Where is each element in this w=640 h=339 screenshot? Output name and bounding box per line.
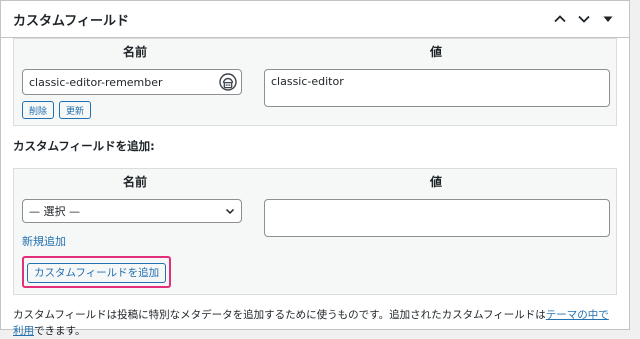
key-input-wrap xyxy=(22,69,242,95)
enter-new-link[interactable]: 新規追加 xyxy=(22,233,66,249)
existing-fields-table: 名前 値 classic-editor-remember 削除 更新 class… xyxy=(13,38,617,126)
update-button[interactable]: 更新 xyxy=(59,101,92,119)
new-meta-value-textarea[interactable] xyxy=(264,199,610,237)
chevron-down-icon xyxy=(578,15,590,23)
value-cell xyxy=(256,193,617,294)
metabox-inside: 名前 値 classic-editor-remember 削除 更新 class… xyxy=(1,38,629,339)
toggle-panel-button[interactable] xyxy=(597,8,619,30)
column-header-value: 値 xyxy=(256,168,617,193)
move-down-button[interactable] xyxy=(573,8,595,30)
meta-value-textarea[interactable]: classic-editor xyxy=(264,69,610,107)
meta-key-input[interactable] xyxy=(22,69,242,95)
delete-button[interactable]: 削除 xyxy=(22,101,55,119)
password-manager-icon[interactable] xyxy=(218,72,238,92)
new-field-table: 名前 値 — 選択 — 新規追加 カスタムフィールドを追加 xyxy=(13,168,617,295)
row-actions: 削除 更新 xyxy=(22,101,250,119)
meta-key-select[interactable]: — 選択 — xyxy=(22,199,242,223)
description-after: できます。 xyxy=(34,324,86,337)
table-row: 削除 更新 classic-editor xyxy=(14,63,617,126)
metabox-actions xyxy=(549,8,619,30)
metabox-title: カスタムフィールド xyxy=(13,13,129,29)
triangle-down-icon xyxy=(603,16,613,22)
description-before: カスタムフィールドは投稿に特別なメタデータを追加するために使うものです。追加され… xyxy=(13,308,546,321)
key-cell: 削除 更新 xyxy=(14,63,257,126)
key-select-wrap: — 選択 — xyxy=(22,199,242,223)
value-cell: classic-editor xyxy=(256,63,617,126)
metabox-header: カスタムフィールド xyxy=(1,1,629,38)
chevron-up-icon xyxy=(554,15,566,23)
key-cell: — 選択 — 新規追加 カスタムフィールドを追加 xyxy=(14,193,257,294)
column-header-name: 名前 xyxy=(13,168,256,193)
custom-fields-metabox: カスタムフィールド 名前 値 classic-editor-remember 削… xyxy=(0,0,630,337)
add-button-highlight: カスタムフィールドを追加 xyxy=(22,256,172,288)
column-header-name: 名前 xyxy=(13,38,256,63)
add-new-heading: カスタムフィールドを追加: xyxy=(13,139,155,153)
column-header-value: 値 xyxy=(256,38,617,63)
add-custom-field-button[interactable]: カスタムフィールドを追加 xyxy=(27,262,167,283)
move-up-button[interactable] xyxy=(549,8,571,30)
table-row: — 選択 — 新規追加 カスタムフィールドを追加 xyxy=(14,193,617,294)
